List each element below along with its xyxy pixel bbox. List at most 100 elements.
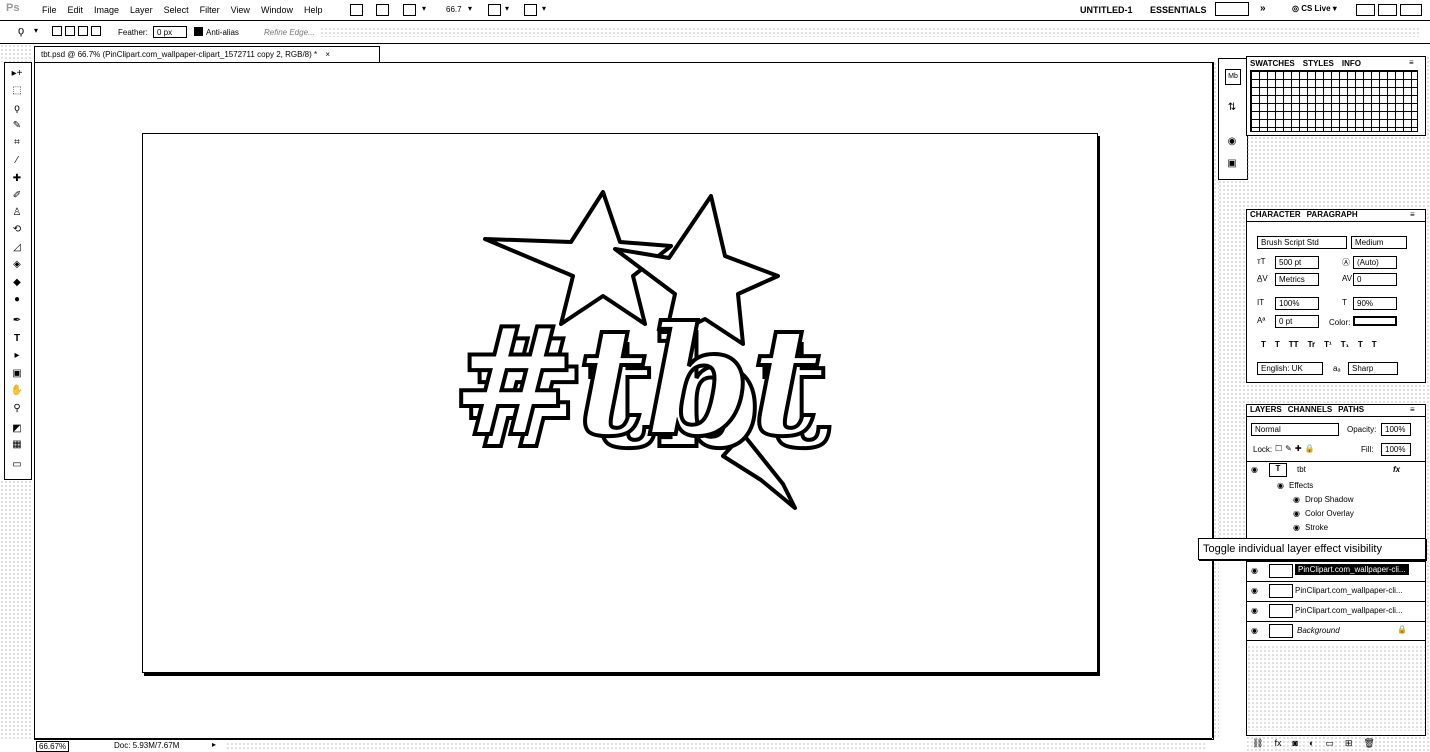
horizontal-scale-field[interactable]: 90% bbox=[1353, 297, 1397, 310]
zoom-tool-icon[interactable]: ⚲ bbox=[10, 403, 24, 415]
add-mask-icon[interactable]: ◙ bbox=[1292, 738, 1297, 749]
chevron-down-icon[interactable]: ▾ bbox=[542, 4, 546, 13]
swatches-grid[interactable] bbox=[1250, 70, 1418, 132]
new-selection-icon[interactable] bbox=[52, 26, 62, 36]
tab-styles[interactable]: STYLES bbox=[1303, 59, 1334, 68]
close-tab-icon[interactable]: × bbox=[325, 50, 330, 59]
color-swatches-icon[interactable]: ◩ bbox=[10, 423, 24, 435]
tab-channels[interactable]: CHANNELS bbox=[1288, 405, 1332, 416]
menu-image[interactable]: Image bbox=[90, 0, 126, 20]
faux-italic-button[interactable]: T bbox=[1275, 340, 1280, 349]
font-size-field[interactable]: 500 pt bbox=[1275, 256, 1319, 269]
tab-character[interactable]: CHARACTER bbox=[1250, 210, 1301, 221]
brush-tool-icon[interactable]: ✐ bbox=[10, 190, 24, 202]
tab-paths[interactable]: PATHS bbox=[1338, 405, 1364, 416]
fx-icon[interactable]: fx bbox=[1393, 465, 1400, 474]
effects-row[interactable]: ◉ Effects bbox=[1247, 479, 1425, 492]
add-selection-icon[interactable] bbox=[65, 26, 75, 36]
lasso-tool-icon[interactable]: ϙ bbox=[18, 25, 24, 37]
link-layers-icon[interactable]: ⛓ bbox=[1252, 738, 1263, 749]
feather-input[interactable]: 0 px bbox=[153, 26, 187, 38]
strikethrough-button[interactable]: T bbox=[1372, 340, 1377, 349]
menu-file[interactable]: File bbox=[38, 0, 64, 20]
eye-icon[interactable]: ◉ bbox=[1251, 586, 1258, 595]
view-extras-icon[interactable] bbox=[403, 4, 416, 16]
bridge-icon[interactable] bbox=[350, 4, 363, 16]
marquee-tool-icon[interactable]: ⬚ bbox=[10, 85, 24, 97]
all-caps-button[interactable]: TT bbox=[1289, 340, 1299, 349]
text-color-swatch[interactable] bbox=[1353, 316, 1397, 326]
opacity-field[interactable]: 100% bbox=[1381, 423, 1411, 436]
pen-tool-icon[interactable]: ✒ bbox=[10, 315, 24, 327]
layer-row[interactable]: ◉ PinClipart.com_wallpaper-cli... bbox=[1247, 581, 1425, 600]
blend-mode-select[interactable]: Normal bbox=[1251, 423, 1339, 436]
leading-field[interactable]: (Auto) bbox=[1353, 256, 1397, 269]
path-selection-icon[interactable]: ▸ bbox=[10, 350, 24, 362]
cs-live-button[interactable]: ◎ CS Live ▾ bbox=[1292, 4, 1337, 13]
hand-tool-icon[interactable]: ✋ bbox=[10, 385, 24, 397]
add-style-icon[interactable]: fx bbox=[1274, 738, 1281, 749]
baseline-shift-field[interactable]: 0 pt bbox=[1275, 315, 1319, 328]
layer-row-selected[interactable]: ◉ PinClipart.com_wallpaper-cli... bbox=[1247, 561, 1425, 580]
dodge-tool-icon[interactable]: ● bbox=[10, 294, 24, 306]
zoom-level[interactable]: 66.7 bbox=[446, 5, 462, 14]
screen-mode-icon[interactable]: ▭ bbox=[10, 459, 24, 471]
superscript-button[interactable]: T¹ bbox=[1324, 340, 1332, 349]
layer-row[interactable]: ◉ PinClipart.com_wallpaper-cli... bbox=[1247, 601, 1425, 620]
subscript-button[interactable]: T₁ bbox=[1341, 340, 1349, 349]
tab-swatches[interactable]: SWATCHES bbox=[1250, 59, 1295, 68]
new-layer-icon[interactable]: ⊞ bbox=[1345, 738, 1353, 749]
eye-icon[interactable]: ◉ bbox=[1293, 495, 1300, 504]
mini-bridge-icon[interactable] bbox=[376, 4, 389, 16]
status-zoom[interactable]: 66.67% bbox=[36, 741, 70, 752]
move-tool-icon[interactable]: ▸+ bbox=[10, 68, 24, 80]
history-brush-icon[interactable]: ⟲ bbox=[10, 224, 24, 236]
eyedropper-tool-icon[interactable]: ⁄ bbox=[10, 155, 24, 167]
horizontal-scrollbar[interactable] bbox=[226, 742, 1206, 750]
screen-mode-icon[interactable] bbox=[524, 4, 537, 16]
chevron-down-icon[interactable]: ▾ bbox=[468, 4, 472, 13]
font-style-select[interactable]: Medium bbox=[1351, 236, 1407, 249]
subtract-selection-icon[interactable] bbox=[78, 26, 88, 36]
shape-tool-icon[interactable]: ▣ bbox=[10, 368, 24, 380]
menu-edit[interactable]: Edit bbox=[64, 0, 91, 20]
faux-bold-button[interactable]: T bbox=[1261, 340, 1266, 349]
status-menu-arrow-icon[interactable]: ▸ bbox=[212, 740, 216, 749]
panel-menu-icon[interactable]: ≡ bbox=[1410, 405, 1415, 414]
intersect-selection-icon[interactable] bbox=[91, 26, 101, 36]
menu-help[interactable]: Help bbox=[300, 0, 330, 20]
mini-bridge-icon[interactable]: Mb bbox=[1225, 69, 1241, 85]
minimize-icon[interactable] bbox=[1356, 4, 1375, 16]
workspace-untitled[interactable]: UNTITLED-1 bbox=[1080, 5, 1133, 15]
tab-layers[interactable]: LAYERS bbox=[1250, 405, 1282, 416]
eye-icon[interactable]: ◉ bbox=[1251, 626, 1258, 635]
new-group-icon[interactable]: ▭ bbox=[1325, 738, 1334, 749]
delete-layer-icon[interactable]: 🗑 bbox=[1363, 738, 1374, 749]
crop-tool-icon[interactable]: ⌗ bbox=[10, 137, 24, 149]
navigator-icon[interactable]: ▣ bbox=[1225, 157, 1239, 171]
fill-field[interactable]: 100% bbox=[1381, 443, 1411, 456]
underline-button[interactable]: T bbox=[1358, 340, 1363, 349]
eye-icon[interactable]: ◉ bbox=[1251, 606, 1258, 615]
refine-edge-button[interactable]: Refine Edge... bbox=[264, 28, 315, 37]
chevron-down-icon[interactable]: ▾ bbox=[505, 4, 509, 13]
eye-icon[interactable]: ◉ bbox=[1277, 481, 1284, 490]
tab-info[interactable]: INFO bbox=[1342, 59, 1361, 68]
lasso-tool-icon[interactable]: ϙ bbox=[10, 103, 24, 115]
menu-layer[interactable]: Layer bbox=[126, 0, 160, 20]
vertical-scale-field[interactable]: 100% bbox=[1275, 297, 1319, 310]
font-family-select[interactable]: Brush Script Std bbox=[1257, 236, 1347, 249]
anti-alias-select[interactable]: Sharp bbox=[1348, 362, 1398, 375]
effect-row[interactable]: ◉ Stroke bbox=[1247, 521, 1425, 534]
layer-row[interactable]: ◉ T tbt fx bbox=[1247, 461, 1425, 478]
tab-paragraph[interactable]: PARAGRAPH bbox=[1307, 210, 1358, 221]
chevron-down-icon[interactable]: ▾ bbox=[422, 4, 426, 13]
quick-mask-icon[interactable]: ▦ bbox=[10, 439, 24, 451]
menu-window[interactable]: Window bbox=[257, 0, 300, 20]
eye-icon[interactable]: ◉ bbox=[1251, 465, 1258, 474]
workspace-switcher-button[interactable] bbox=[1215, 2, 1249, 16]
small-caps-button[interactable]: Tr bbox=[1308, 340, 1316, 349]
layer-row[interactable]: ◉ Background 🔒 bbox=[1247, 621, 1425, 641]
effect-row[interactable]: ◉ Color Overlay bbox=[1247, 507, 1425, 520]
eraser-tool-icon[interactable]: ◿ bbox=[10, 242, 24, 254]
